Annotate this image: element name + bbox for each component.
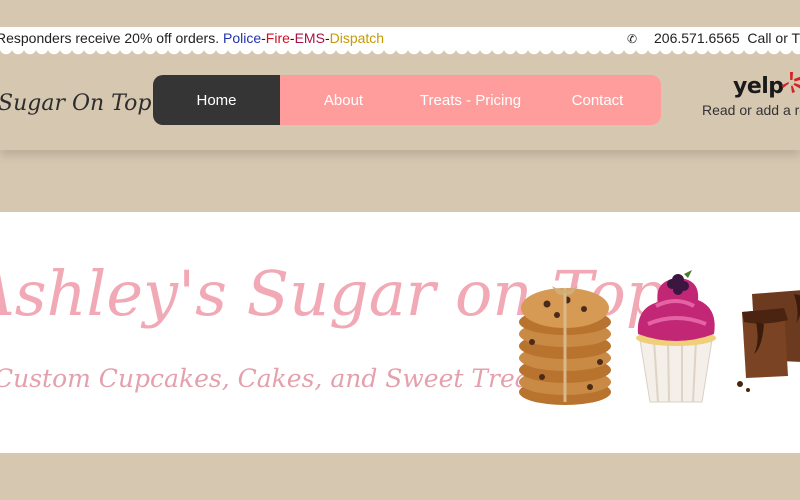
phone-number[interactable]: 206.571.6565 bbox=[654, 30, 740, 46]
yelp-burst-icon bbox=[781, 72, 800, 93]
phone-contact: ✆ 206.571.6565 Call or T bbox=[626, 30, 800, 46]
yelp-widget[interactable]: yelp Read or add a re bbox=[702, 70, 800, 120]
promo-message: Responders receive 20% off orders. bbox=[0, 30, 223, 46]
police-link[interactable]: Police bbox=[223, 30, 261, 46]
fire-link[interactable]: Fire bbox=[266, 30, 290, 46]
yelp-review-text[interactable]: Read or add a re bbox=[702, 102, 800, 118]
promo-text: Responders receive 20% off orders. Polic… bbox=[0, 30, 384, 46]
cupcake-icon bbox=[636, 270, 716, 403]
phone-icon: ✆ bbox=[626, 32, 638, 46]
site-logo[interactable]: Sugar On Top bbox=[0, 91, 151, 116]
site-header: Sugar On Top Home About Treats - Pricing… bbox=[0, 58, 800, 150]
scallop-border bbox=[0, 48, 800, 58]
nav-item-about[interactable]: About bbox=[280, 75, 407, 125]
cookie-stack-icon bbox=[519, 286, 611, 405]
yelp-logo[interactable]: yelp bbox=[733, 74, 784, 99]
call-text: Call or T bbox=[747, 30, 800, 46]
nav-item-contact[interactable]: Contact bbox=[534, 75, 661, 125]
announcement-bar: Responders receive 20% off orders. Polic… bbox=[0, 27, 800, 49]
hero-banner: Ashley's Sugar on Top Custom Cupcakes, C… bbox=[0, 212, 800, 453]
nav-item-home[interactable]: Home bbox=[153, 75, 280, 125]
banner-subtitle: Custom Cupcakes, Cakes, and Sweet Treats bbox=[0, 364, 553, 393]
brownie-icon bbox=[737, 290, 800, 392]
main-nav: Home About Treats - Pricing Contact bbox=[153, 75, 661, 125]
nav-item-treats-pricing[interactable]: Treats - Pricing bbox=[407, 75, 534, 125]
dispatch-link[interactable]: Dispatch bbox=[330, 30, 384, 46]
ems-link[interactable]: EMS bbox=[295, 30, 325, 46]
